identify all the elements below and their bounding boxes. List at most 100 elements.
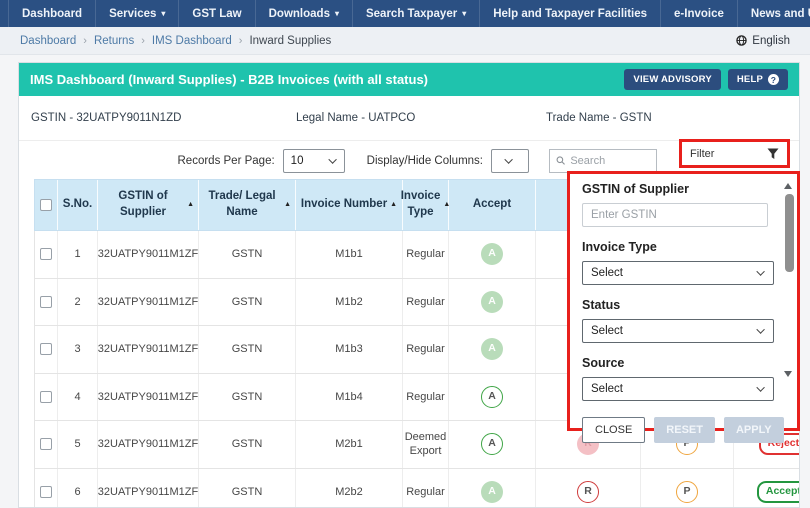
nav-item-label: Dashboard: [22, 7, 83, 20]
accept-badge[interactable]: A: [481, 338, 503, 361]
top-nav: Dashboard Services ▾ GST Law Downloads ▾ Searc…: [0, 0, 810, 27]
view-advisory-button[interactable]: VIEW ADVISORY: [624, 69, 721, 90]
reject-badge[interactable]: R: [577, 480, 599, 503]
display-hide-columns-select[interactable]: [491, 148, 529, 173]
sno-cell: 2: [58, 278, 98, 325]
scrollbar-down-icon[interactable]: [784, 371, 792, 377]
column-header-trade-legal-name[interactable]: Trade/ Legal Name ▲: [199, 180, 296, 230]
gstin-cell: 32UATPY9011M1ZF: [98, 373, 199, 420]
nav-item-gst-law[interactable]: GST Law: [179, 0, 256, 27]
chevron-down-icon: [756, 267, 765, 276]
select-all-checkbox[interactable]: [40, 199, 52, 211]
taxpayer-info-row: GSTIN - 32UATPY9011N1ZD Legal Name - UAT…: [19, 96, 799, 141]
filter-invoice-type-label: Invoice Type: [582, 240, 657, 254]
question-icon: ?: [768, 74, 779, 85]
column-header-label: Accept: [472, 198, 512, 211]
trade-name-cell: GSTN: [199, 231, 296, 278]
globe-icon: [736, 35, 748, 46]
nav-item-label: e-Invoice: [674, 7, 724, 20]
accept-badge[interactable]: A: [481, 433, 503, 456]
filter-gstin-input[interactable]: [582, 203, 768, 227]
trade-name-cell: GSTN: [199, 373, 296, 420]
accept-cell: A: [449, 278, 536, 325]
accept-cell: A: [449, 231, 536, 278]
filter-invoice-type-select[interactable]: Select: [582, 261, 774, 285]
nav-item-news-and-updates[interactable]: News and Updates: [738, 0, 810, 27]
gstin-cell: 32UATPY9011M1ZF: [98, 326, 199, 373]
pending-badge[interactable]: P: [676, 480, 698, 503]
filter-source-select[interactable]: Select: [582, 377, 774, 401]
nav-item-search-taxpayer[interactable]: Search Taxpayer ▾: [353, 0, 481, 27]
sno-cell: 3: [58, 326, 98, 373]
filter-button[interactable]: Filter: [679, 139, 790, 168]
accept-badge[interactable]: A: [481, 290, 503, 313]
select-value: Select: [591, 267, 623, 279]
breadcrumb-link-dashboard[interactable]: Dashboard: [20, 35, 76, 47]
chevron-down-icon: ▾: [334, 8, 339, 18]
invoice-type-cell: Regular: [403, 468, 449, 507]
legal-name-value: Legal Name - UATPCO: [296, 112, 416, 124]
gstin-cell: 32UATPY9011M1ZF: [98, 278, 199, 325]
row-checkbox[interactable]: [40, 295, 52, 308]
reject-cell: R: [536, 468, 641, 507]
row-checkbox[interactable]: [40, 438, 52, 451]
status-badge: Accepted: [756, 480, 799, 503]
row-checkbox[interactable]: [40, 485, 52, 498]
column-header-invoice-number[interactable]: Invoice Number ▲: [296, 180, 403, 230]
accept-badge[interactable]: A: [481, 385, 503, 408]
column-header-label: GSTIN of Supplier: [118, 190, 168, 218]
records-per-page-select[interactable]: 10: [282, 148, 345, 173]
nav-item-services[interactable]: Services ▾: [96, 0, 180, 27]
nav-item-downloads[interactable]: Downloads ▾: [256, 0, 353, 27]
sno-cell: 5: [58, 421, 98, 468]
reset-button[interactable]: RESET: [654, 417, 715, 443]
table-row: 6 32UATPY9011M1ZF GSTN M2b2 Regular A R P Accept…: [34, 468, 799, 507]
panel-header: IMS Dashboard (Inward Supplies) - B2B In…: [19, 63, 799, 96]
invoice-type-cell: Regular: [403, 231, 449, 278]
breadcrumb-separator: ›: [141, 34, 145, 47]
filter-status-select[interactable]: Select: [582, 319, 774, 343]
row-checkbox[interactable]: [40, 343, 52, 356]
row-checkbox[interactable]: [40, 248, 52, 261]
column-header-gstin-of-supplier[interactable]: GSTIN of Supplier ▲: [98, 180, 199, 230]
nav-item-e-invoice[interactable]: e-Invoice: [661, 0, 738, 27]
sno-cell: 1: [58, 231, 98, 278]
accept-cell: A: [449, 468, 536, 507]
search-icon: [556, 156, 565, 165]
accept-cell: A: [449, 421, 536, 468]
column-header-accept: Accept: [449, 180, 536, 230]
nav-item-help-and-taxpayer-facilities[interactable]: Help and Taxpayer Facilities: [480, 0, 662, 27]
scrollbar-up-icon[interactable]: [784, 183, 792, 189]
invoice-number-cell: M1b4: [296, 373, 403, 420]
row-select-cell: [34, 373, 58, 420]
invoice-number-cell: M2b1: [296, 421, 403, 468]
language-switcher[interactable]: English: [736, 35, 790, 47]
nav-item-label: Search Taxpayer: [365, 7, 458, 20]
scrollbar-thumb[interactable]: [785, 194, 794, 272]
sort-asc-icon: ▲: [390, 201, 398, 209]
row-select-cell: [34, 326, 58, 373]
apply-button[interactable]: APPLY: [723, 417, 784, 443]
records-per-page-label: Records Per Page:: [177, 154, 275, 167]
accept-badge[interactable]: A: [481, 480, 503, 503]
close-button[interactable]: CLOSE: [582, 417, 646, 443]
help-button[interactable]: HELP ?: [727, 69, 788, 90]
column-header-label: Trade/ Legal Name: [208, 190, 276, 218]
breadcrumb-separator: ›: [83, 34, 87, 47]
sno-cell: 4: [58, 373, 98, 420]
display-hide-columns-label: Display/Hide Columns:: [366, 154, 483, 167]
row-select-cell: [34, 421, 58, 468]
accept-badge[interactable]: A: [481, 243, 503, 266]
filter-status-label: Status: [582, 298, 621, 312]
gstin-cell: 32UATPY9011M1ZF: [98, 421, 199, 468]
breadcrumb-link-returns[interactable]: Returns: [94, 35, 134, 47]
gstin-cell: 32UATPY9011M1ZF: [98, 231, 199, 278]
search-input[interactable]: [570, 154, 650, 167]
nav-item-dashboard[interactable]: Dashboard: [8, 0, 97, 27]
invoice-type-cell: Regular: [403, 373, 449, 420]
chevron-down-icon: [504, 154, 513, 164]
breadcrumb-link-ims-dashboard[interactable]: IMS Dashboard: [152, 35, 232, 47]
accept-cell: A: [449, 326, 536, 373]
column-header-invoice-type[interactable]: Invoice Type ▲: [401, 180, 450, 230]
row-checkbox[interactable]: [40, 390, 52, 403]
